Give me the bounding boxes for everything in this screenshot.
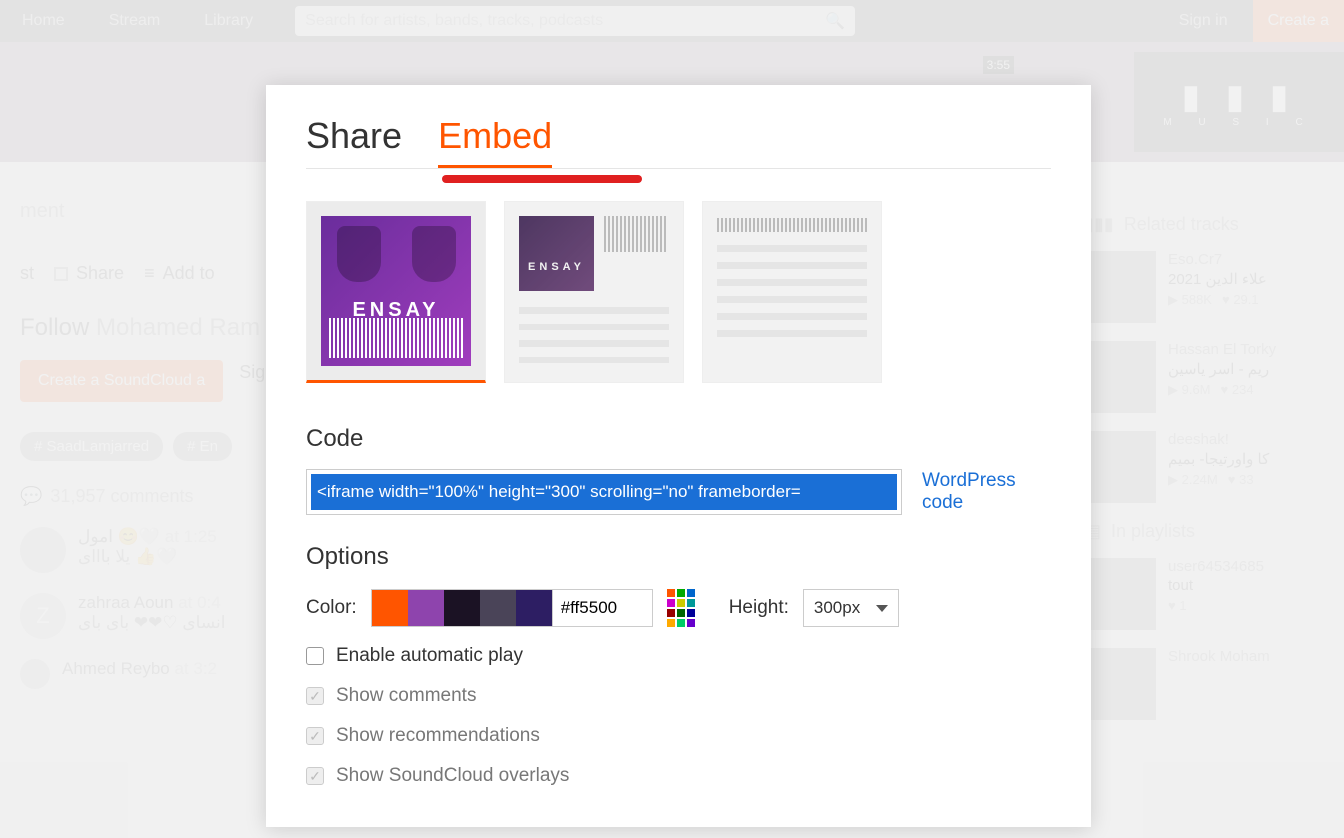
color-hex-input[interactable]	[553, 589, 653, 627]
swatch-dark-navy[interactable]	[444, 590, 480, 626]
checkbox-overlays[interactable]: ✓	[306, 767, 324, 785]
option-recommendations-label: Show recommendations	[336, 725, 540, 747]
option-autoplay-row[interactable]: Enable automatic play	[306, 645, 1051, 667]
swatch-grey-violet[interactable]	[480, 590, 516, 626]
option-autoplay-label: Enable automatic play	[336, 645, 523, 667]
swatch-purple[interactable]	[408, 590, 444, 626]
annotation-red-underline	[442, 175, 642, 183]
swatch-deep-violet[interactable]	[516, 590, 552, 626]
option-recommendations-row[interactable]: ✓ Show recommendations	[306, 725, 1051, 747]
option-overlays-label: Show SoundCloud overlays	[336, 765, 569, 787]
height-select[interactable]: 300px	[803, 589, 899, 627]
waveform-icon	[717, 218, 867, 232]
option-comments-row[interactable]: ✓ Show comments	[306, 685, 1051, 707]
modal-tabs: Share Embed	[306, 115, 1051, 169]
share-embed-modal: Share Embed ENSAY ENSAY Code	[266, 85, 1091, 827]
waveform-icon	[329, 318, 463, 358]
waveform-icon	[604, 216, 666, 252]
checkbox-comments[interactable]: ✓	[306, 687, 324, 705]
height-label: Height:	[729, 597, 789, 619]
tab-share[interactable]: Share	[306, 115, 402, 168]
options-heading: Options	[306, 543, 1051, 571]
embed-style-previews: ENSAY ENSAY	[306, 201, 1051, 383]
code-heading: Code	[306, 425, 1051, 453]
album-art: ENSAY	[519, 216, 594, 291]
chevron-down-icon	[876, 605, 888, 612]
embed-preview-classic[interactable]: ENSAY	[504, 201, 684, 383]
album-art: ENSAY	[321, 216, 471, 366]
height-value: 300px	[814, 598, 860, 618]
tab-embed[interactable]: Embed	[438, 115, 552, 168]
color-label: Color:	[306, 597, 357, 619]
embed-code-box	[306, 469, 902, 515]
color-swatches	[371, 589, 553, 627]
embed-preview-visual[interactable]: ENSAY	[306, 201, 486, 383]
option-comments-label: Show comments	[336, 685, 476, 707]
checkbox-autoplay[interactable]	[306, 647, 324, 665]
more-colors-icon[interactable]	[667, 589, 697, 627]
embed-preview-mini[interactable]	[702, 201, 882, 383]
embed-code-input[interactable]	[311, 474, 897, 510]
swatch-orange[interactable]	[372, 590, 408, 626]
wordpress-code-link[interactable]: WordPress code	[922, 470, 1051, 514]
option-overlays-row[interactable]: ✓ Show SoundCloud overlays	[306, 765, 1051, 787]
checkbox-recommendations[interactable]: ✓	[306, 727, 324, 745]
